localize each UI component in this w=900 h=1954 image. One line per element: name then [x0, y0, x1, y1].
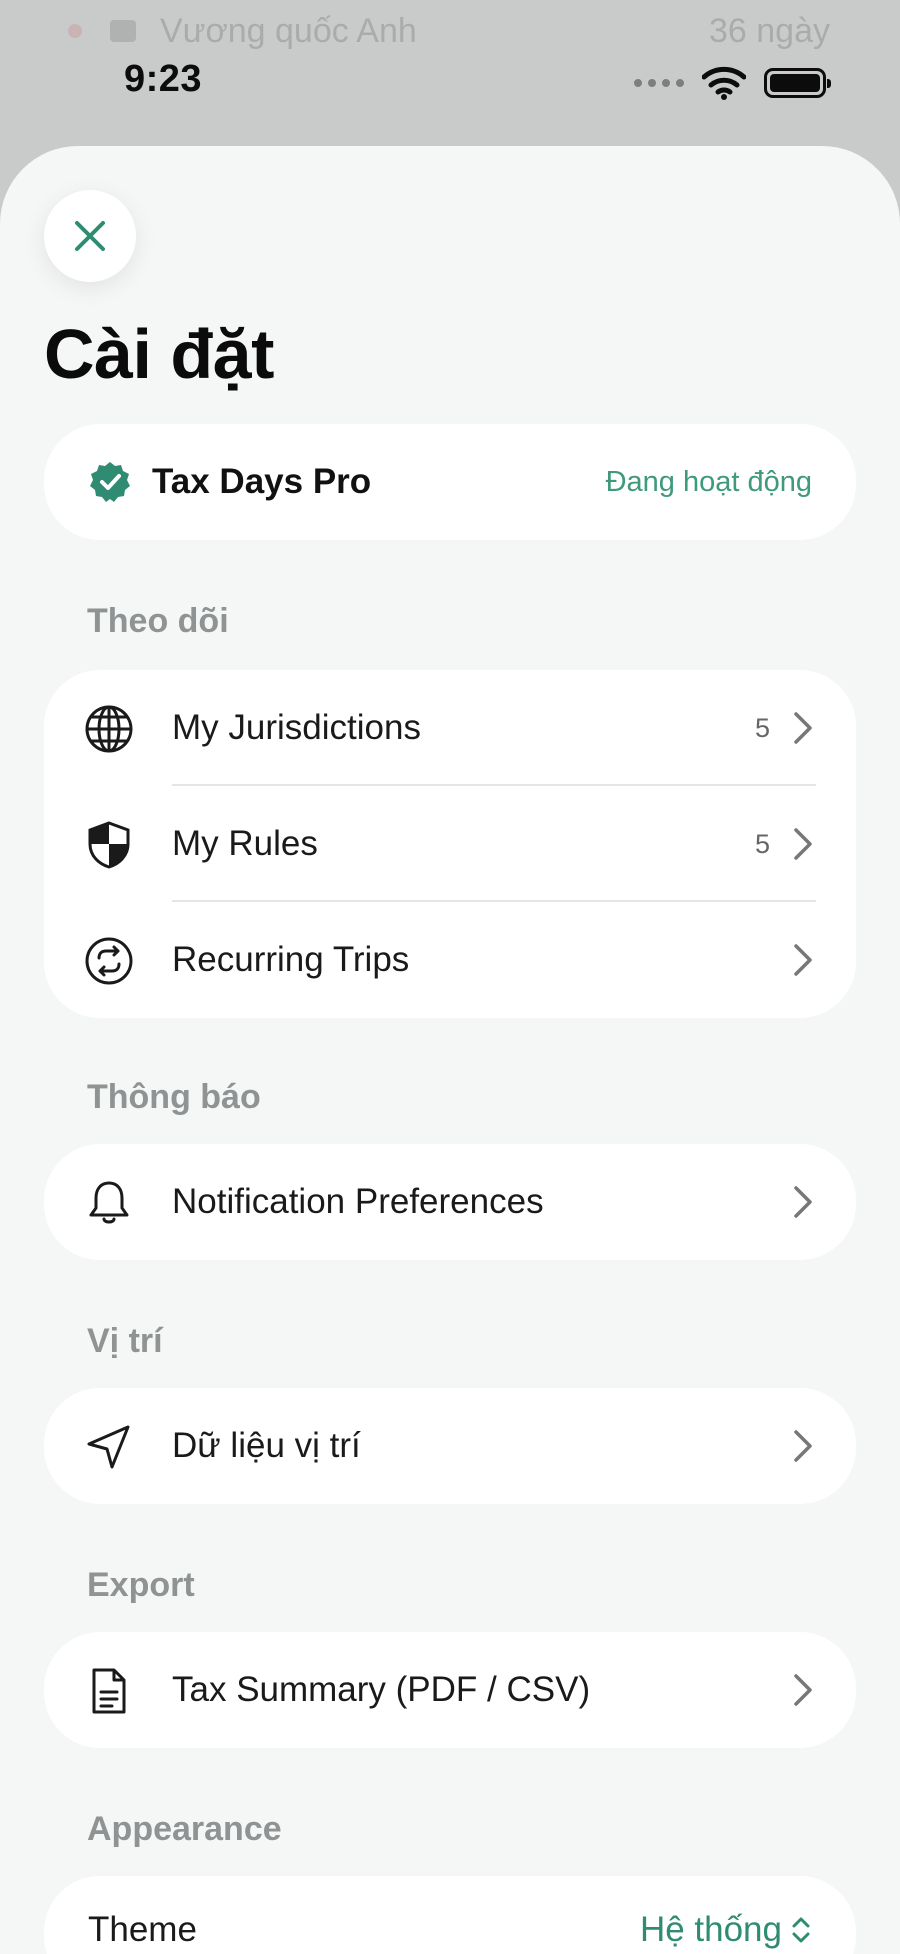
chevron-right-icon [794, 712, 812, 744]
appearance-card: Theme Hệ thống [44, 1876, 856, 1954]
location-card: Dữ liệu vị trí [44, 1388, 856, 1504]
chevron-right-icon [794, 1430, 812, 1462]
recurring-trips-row[interactable]: Recurring Trips [44, 902, 856, 1018]
section-label-export: Export [87, 1566, 195, 1604]
globe-icon [85, 705, 133, 753]
export-card: Tax Summary (PDF / CSV) [44, 1632, 856, 1748]
status-icons [634, 66, 831, 100]
repeat-icon [85, 937, 133, 985]
verified-badge-icon [90, 462, 130, 502]
bell-icon [89, 1181, 129, 1224]
background-days-text: 36 ngày [709, 12, 830, 50]
status-time: 9:23 [124, 58, 203, 100]
wifi-icon [702, 66, 746, 100]
recurring-trips-label: Recurring Trips [172, 940, 410, 979]
close-icon [75, 221, 105, 251]
location-data-label: Dữ liệu vị trí [172, 1426, 361, 1465]
location-arrow-icon [87, 1425, 130, 1469]
tax-summary-row[interactable]: Tax Summary (PDF / CSV) [44, 1632, 856, 1748]
theme-value: Hệ thống [639, 1910, 782, 1949]
pro-subscription-card[interactable]: Tax Days Pro Đang hoạt động [44, 424, 856, 540]
pro-status: Đang hoạt động [605, 465, 812, 498]
section-label-notifications: Thông báo [87, 1078, 261, 1116]
rules-row[interactable]: My Rules 5 [44, 786, 856, 902]
background-list-row: Vương quốc Anh 36 ngày [0, 6, 900, 54]
tracking-card: My Jurisdictions 5 My Rules 5 Recurring … [44, 670, 856, 1018]
background-country-text: Vương quốc Anh [160, 12, 417, 50]
chevron-right-icon [794, 828, 812, 860]
section-label-location: Vị trí [87, 1322, 163, 1360]
notification-preferences-label: Notification Preferences [172, 1182, 544, 1221]
pro-title: Tax Days Pro [152, 462, 372, 501]
theme-label: Theme [88, 1910, 197, 1949]
flag-icon [110, 20, 136, 42]
section-label-tracking: Theo dõi [87, 602, 229, 640]
tax-summary-label: Tax Summary (PDF / CSV) [172, 1670, 591, 1709]
rules-label: My Rules [172, 824, 318, 863]
chevron-right-icon [794, 1674, 812, 1706]
document-icon [92, 1668, 126, 1714]
theme-picker[interactable]: Hệ thống [640, 1910, 812, 1950]
rules-count: 5 [754, 828, 770, 859]
close-button[interactable] [44, 190, 136, 282]
jurisdictions-count: 5 [754, 712, 770, 743]
jurisdictions-label: My Jurisdictions [172, 708, 421, 747]
page-title: Cài đặt [44, 315, 274, 393]
chevron-right-icon [794, 944, 812, 976]
settings-sheet: Cài đặt Tax Days Pro Đang hoạt động Theo… [0, 146, 900, 1954]
section-label-appearance: Appearance [87, 1810, 282, 1848]
shield-icon [88, 821, 130, 869]
location-data-row[interactable]: Dữ liệu vị trí [44, 1388, 856, 1504]
chevron-right-icon [794, 1186, 812, 1218]
chevron-up-down-icon [792, 1917, 810, 1943]
cellular-signal-icon [634, 79, 684, 87]
notifications-card: Notification Preferences [44, 1144, 856, 1260]
battery-icon [764, 68, 831, 98]
jurisdictions-row[interactable]: My Jurisdictions 5 [44, 670, 856, 786]
notification-preferences-row[interactable]: Notification Preferences [44, 1144, 856, 1260]
status-dot [68, 24, 82, 38]
